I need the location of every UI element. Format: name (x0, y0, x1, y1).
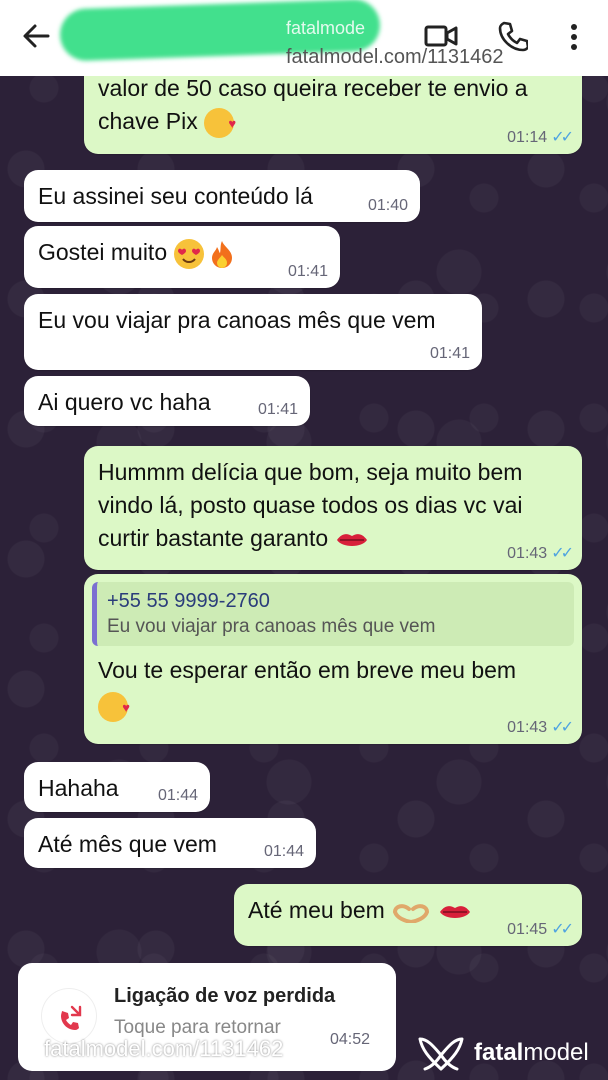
watermark-small: fatalmode (286, 18, 366, 38)
brand-name: fatalmodel (474, 1039, 589, 1067)
brand-name-rest: model (523, 1039, 589, 1066)
message-time: 01:41 (257, 401, 298, 418)
message-text: Vou te esperar então em breve meu bem (98, 657, 517, 683)
back-arrow-icon[interactable] (22, 22, 50, 50)
message-text-line2: chave Pix (98, 105, 568, 140)
kiss-emoji-icon (204, 107, 236, 140)
missed-call-time: 04:52 (330, 1031, 371, 1048)
read-ticks-icon: ✓✓ (551, 719, 574, 736)
message-text: Até meu bem (248, 897, 385, 923)
voice-call-icon[interactable] (498, 20, 528, 52)
fire-emoji-icon (210, 239, 234, 269)
message-time: 01:43 ✓✓ (507, 545, 574, 562)
chat-header: fatalmode fatalmodel.com/1131462 (0, 0, 608, 76)
message-text: chave Pix (98, 108, 198, 134)
quoted-text: Eu vou viajar pra canoas mês que vem (107, 616, 436, 637)
heart-hands-emoji-icon (391, 901, 431, 923)
more-options-icon[interactable] (566, 22, 582, 52)
heart-eyes-emoji-icon (173, 238, 204, 269)
message-text: Hahaha (38, 775, 119, 801)
message-time: 01:44 (263, 843, 304, 860)
video-call-icon[interactable] (424, 22, 458, 50)
message-text: curtir bastante garanto (98, 525, 329, 551)
fatalmodel-logo-icon (418, 1037, 464, 1071)
message-text: Até mês que vem (38, 831, 217, 857)
message-bubble-incoming[interactable]: Hahaha 01:44 (24, 762, 210, 812)
missed-call-icon (61, 1005, 82, 1030)
message-text: Hummm delícia que bom, seja muito bem (98, 459, 523, 485)
message-text: Eu assinei seu conteúdo lá (38, 183, 313, 209)
lips-emoji-icon (335, 531, 369, 549)
brand-name-bold: fatal (474, 1039, 524, 1066)
message-time: 01:43 ✓✓ (507, 719, 574, 736)
message-time: 01:41 (429, 345, 470, 362)
message-text-line3: curtir bastante garanto (98, 522, 568, 555)
message-text: valor de 50 caso queira receber te envio… (98, 75, 528, 101)
emoji-line (92, 687, 574, 724)
missed-call-title: Ligação de voz perdida (114, 985, 336, 1007)
message-time: 01:14 ✓✓ (507, 129, 574, 146)
message-time: 01:40 (367, 197, 408, 214)
quoted-sender-number: +55 55 9999-2760 (107, 590, 270, 612)
message-bubble-incoming[interactable]: Ai quero vc haha 01:41 (24, 376, 310, 426)
message-bubble-incoming[interactable]: Eu assinei seu conteúdo lá 01:40 (24, 170, 420, 222)
message-bubble-incoming[interactable]: Gostei muito 01:41 (24, 226, 340, 288)
watermark-url-bottom: fatalmodel.com/1131462 (44, 1036, 284, 1061)
message-time: 01:45 ✓✓ (507, 921, 574, 938)
read-ticks-icon: ✓✓ (551, 545, 574, 562)
read-ticks-icon: ✓✓ (551, 129, 574, 146)
message-bubble-outgoing[interactable]: Hummm delícia que bom, seja muito bem vi… (84, 446, 582, 570)
message-bubble-outgoing-reply[interactable]: +55 55 9999-2760 Eu vou viajar pra canoa… (84, 574, 582, 744)
message-text: Ai quero vc haha (38, 389, 211, 415)
watermark-url-top: fatalmodel.com/1131462 (286, 46, 504, 68)
message-time: 01:44 (157, 787, 198, 804)
message-text: vindo lá, posto quase todos os dias vc v… (98, 492, 523, 518)
missed-call-icon-wrap (42, 989, 96, 1043)
message-text: Gostei muito (38, 239, 168, 265)
message-bubble-outgoing[interactable]: Até meu bem 01:45 ✓✓ (234, 884, 582, 946)
quoted-message[interactable]: +55 55 9999-2760 Eu vou viajar pra canoa… (92, 582, 574, 646)
kiss-emoji-icon (98, 691, 130, 724)
lips-emoji-icon (438, 903, 472, 921)
message-bubble-incoming[interactable]: Eu vou viajar pra canoas mês que vem 01:… (24, 294, 482, 370)
message-time: 01:41 (287, 263, 328, 280)
brand-watermark: fatalmodel (416, 1030, 589, 1076)
message-text: Eu vou viajar pra canoas mês que vem (38, 307, 436, 333)
message-bubble-incoming[interactable]: Até mês que vem 01:44 (24, 818, 316, 868)
read-ticks-icon: ✓✓ (551, 921, 574, 938)
